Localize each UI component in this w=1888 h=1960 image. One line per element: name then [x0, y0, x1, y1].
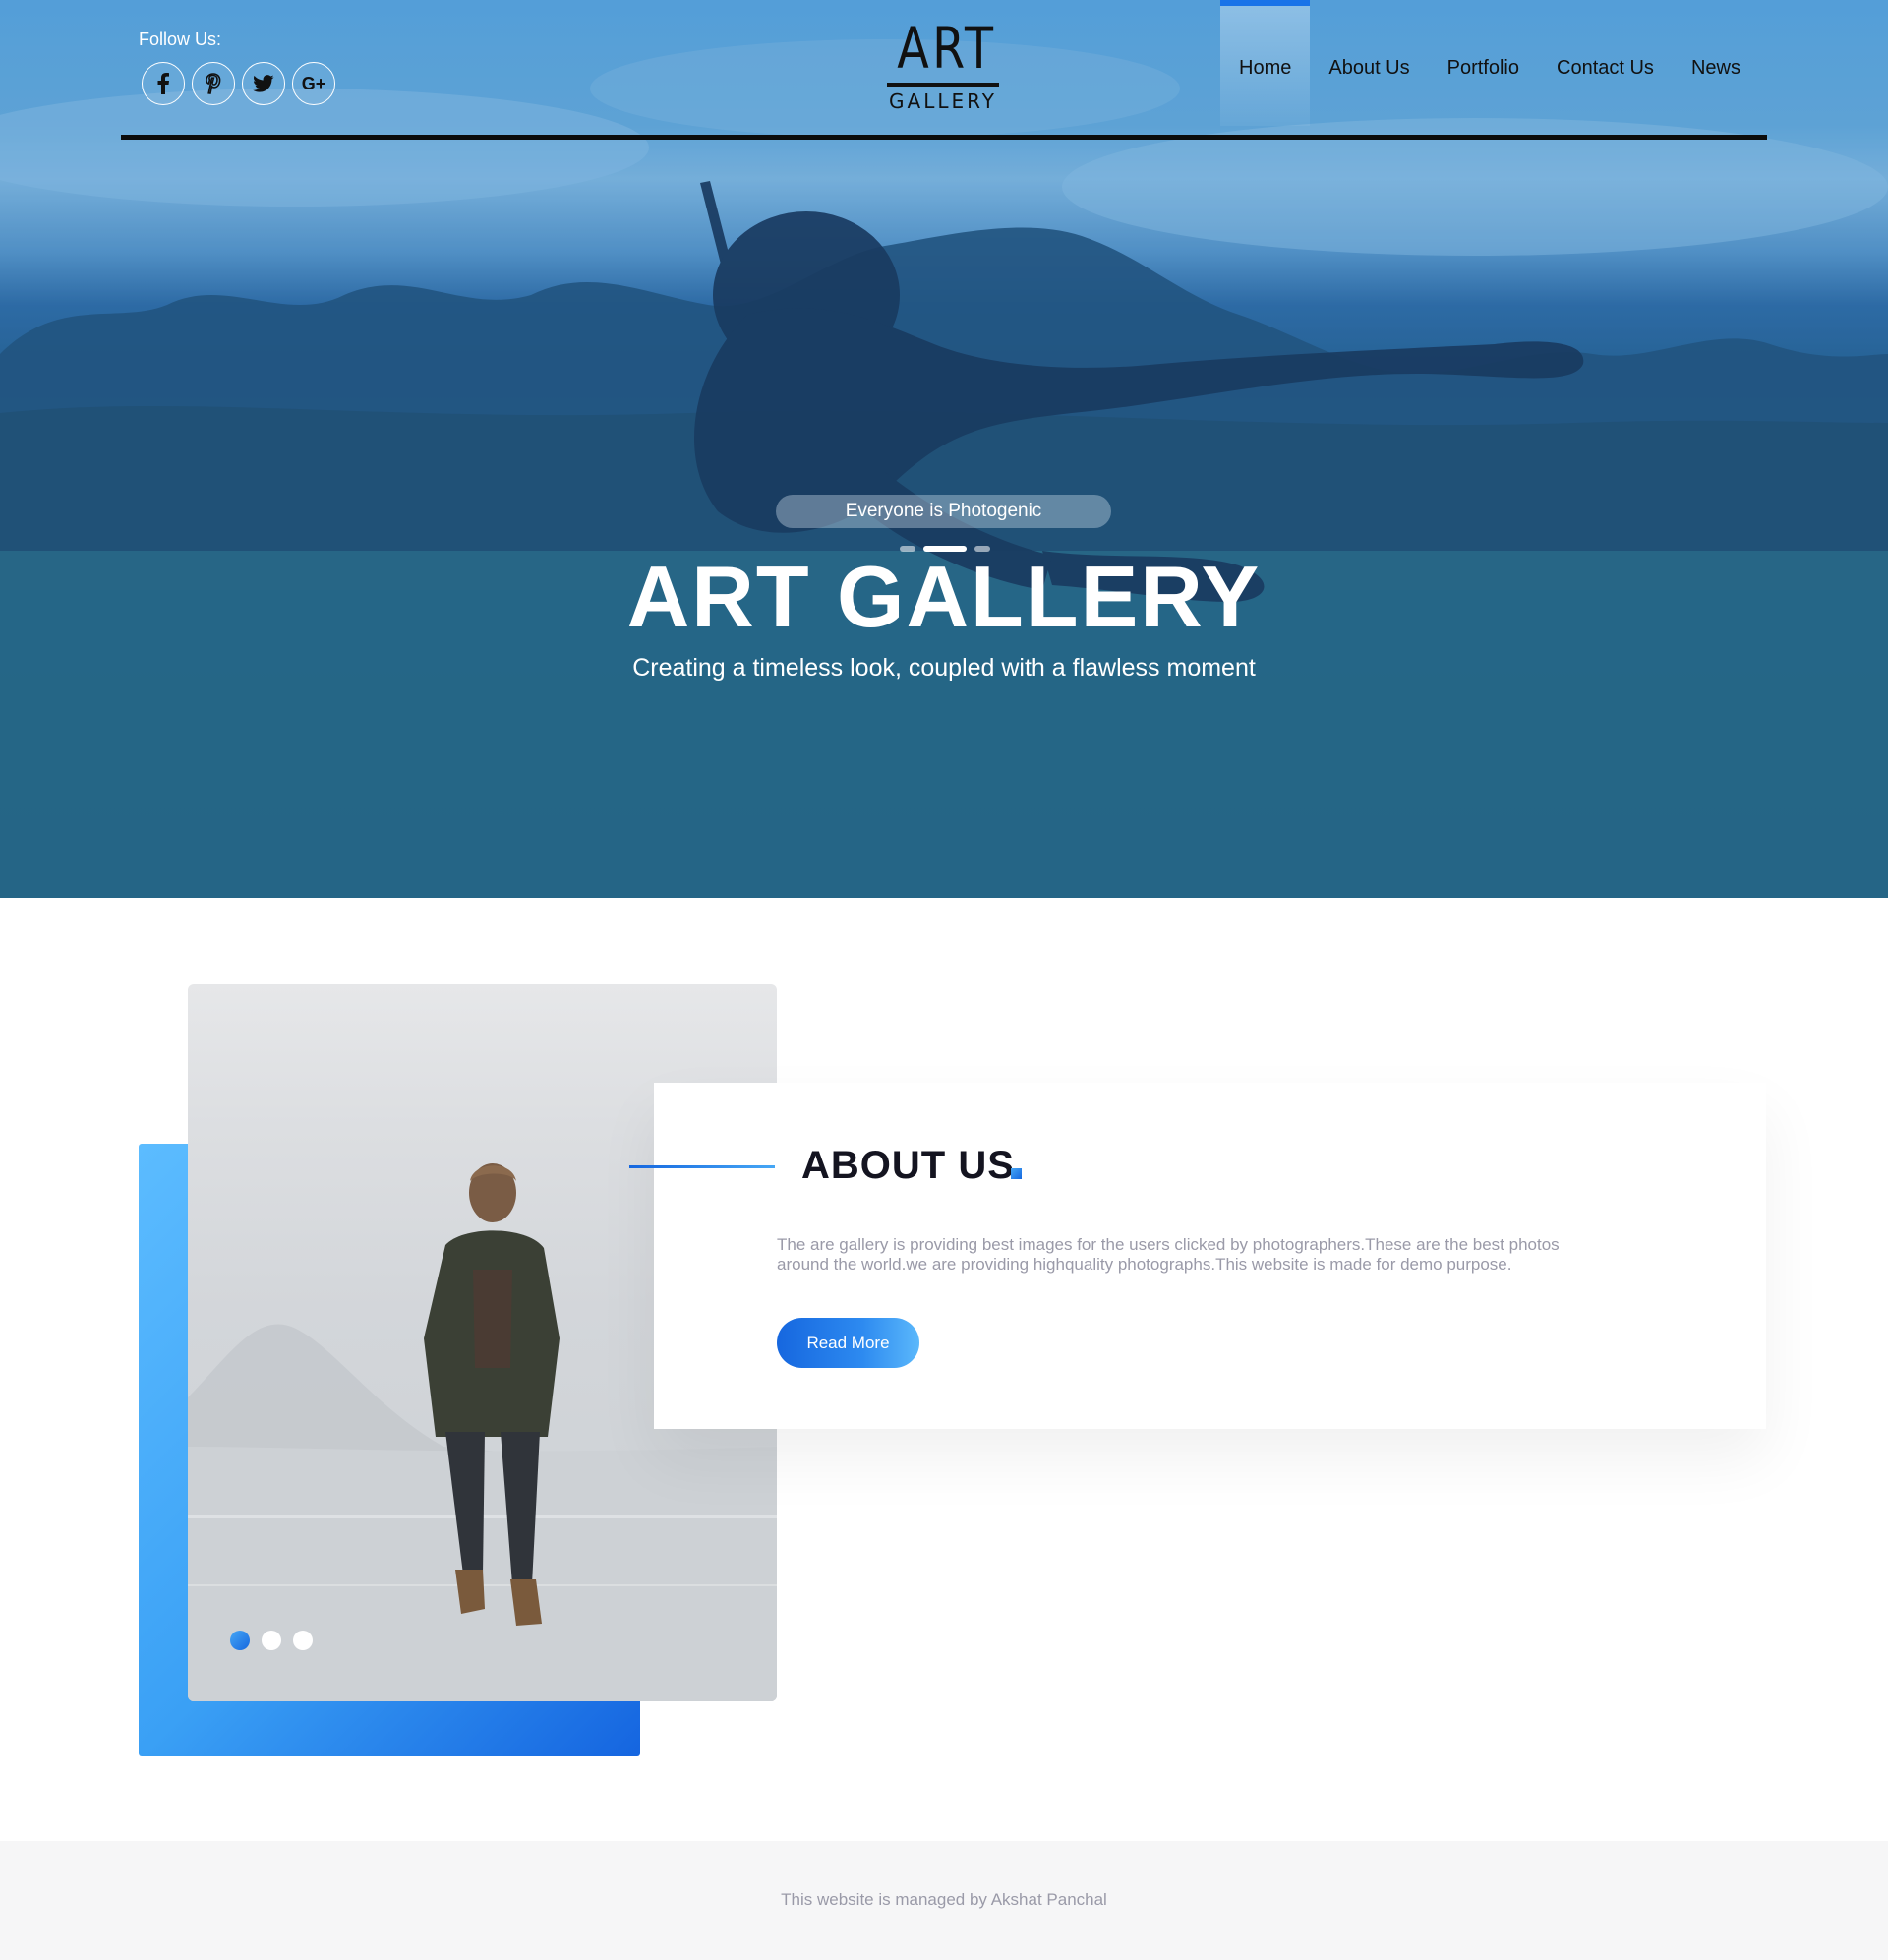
nav-contact-us[interactable]: Contact Us	[1538, 0, 1673, 126]
pinterest-link[interactable]	[192, 62, 235, 105]
nav-portfolio[interactable]: Portfolio	[1429, 0, 1538, 126]
social-links: G+	[142, 62, 335, 105]
pinterest-icon	[206, 73, 221, 94]
twitter-icon	[253, 75, 274, 92]
footer-text: This website is managed by Akshat Pancha…	[781, 1890, 1107, 1909]
nav-news[interactable]: News	[1673, 0, 1759, 126]
follow-us-label: Follow Us:	[139, 30, 222, 49]
about-text: The are gallery is providing best images…	[777, 1235, 1560, 1274]
logo-title: ART	[897, 15, 997, 82]
google-plus-link[interactable]: G+	[292, 62, 335, 105]
hero-section: Follow Us: G+ ART GALLERY Home About Us …	[0, 0, 1888, 898]
header-divider	[121, 135, 1767, 140]
main-nav: Home About Us Portfolio Contact Us News	[1220, 0, 1759, 126]
hero-title: ART GALLERY	[626, 548, 1262, 645]
footer: This website is managed by Akshat Pancha…	[0, 1841, 1888, 1960]
about-title: ABOUT US	[801, 1144, 1015, 1187]
hero-tagline: Everyone is Photogenic	[776, 495, 1111, 528]
about-slide-dot-3[interactable]	[293, 1631, 313, 1650]
about-title-square	[1011, 1168, 1022, 1179]
about-slide-dot-1[interactable]	[230, 1631, 250, 1650]
read-more-button[interactable]: Read More	[777, 1318, 919, 1368]
facebook-icon	[157, 73, 169, 94]
nav-home[interactable]: Home	[1220, 0, 1311, 126]
facebook-link[interactable]	[142, 62, 185, 105]
google-plus-icon: G+	[301, 73, 326, 93]
site-logo[interactable]: ART GALLERY	[887, 18, 999, 112]
about-slider-dots	[230, 1631, 313, 1650]
about-slide-dot-2[interactable]	[262, 1631, 281, 1650]
logo-divider	[887, 83, 999, 87]
twitter-link[interactable]	[242, 62, 285, 105]
about-title-line	[629, 1165, 775, 1168]
logo-subtitle: GALLERY	[889, 89, 997, 113]
nav-about-us[interactable]: About Us	[1310, 0, 1428, 126]
hero-subtitle: Creating a timeless look, coupled with a…	[632, 654, 1256, 682]
